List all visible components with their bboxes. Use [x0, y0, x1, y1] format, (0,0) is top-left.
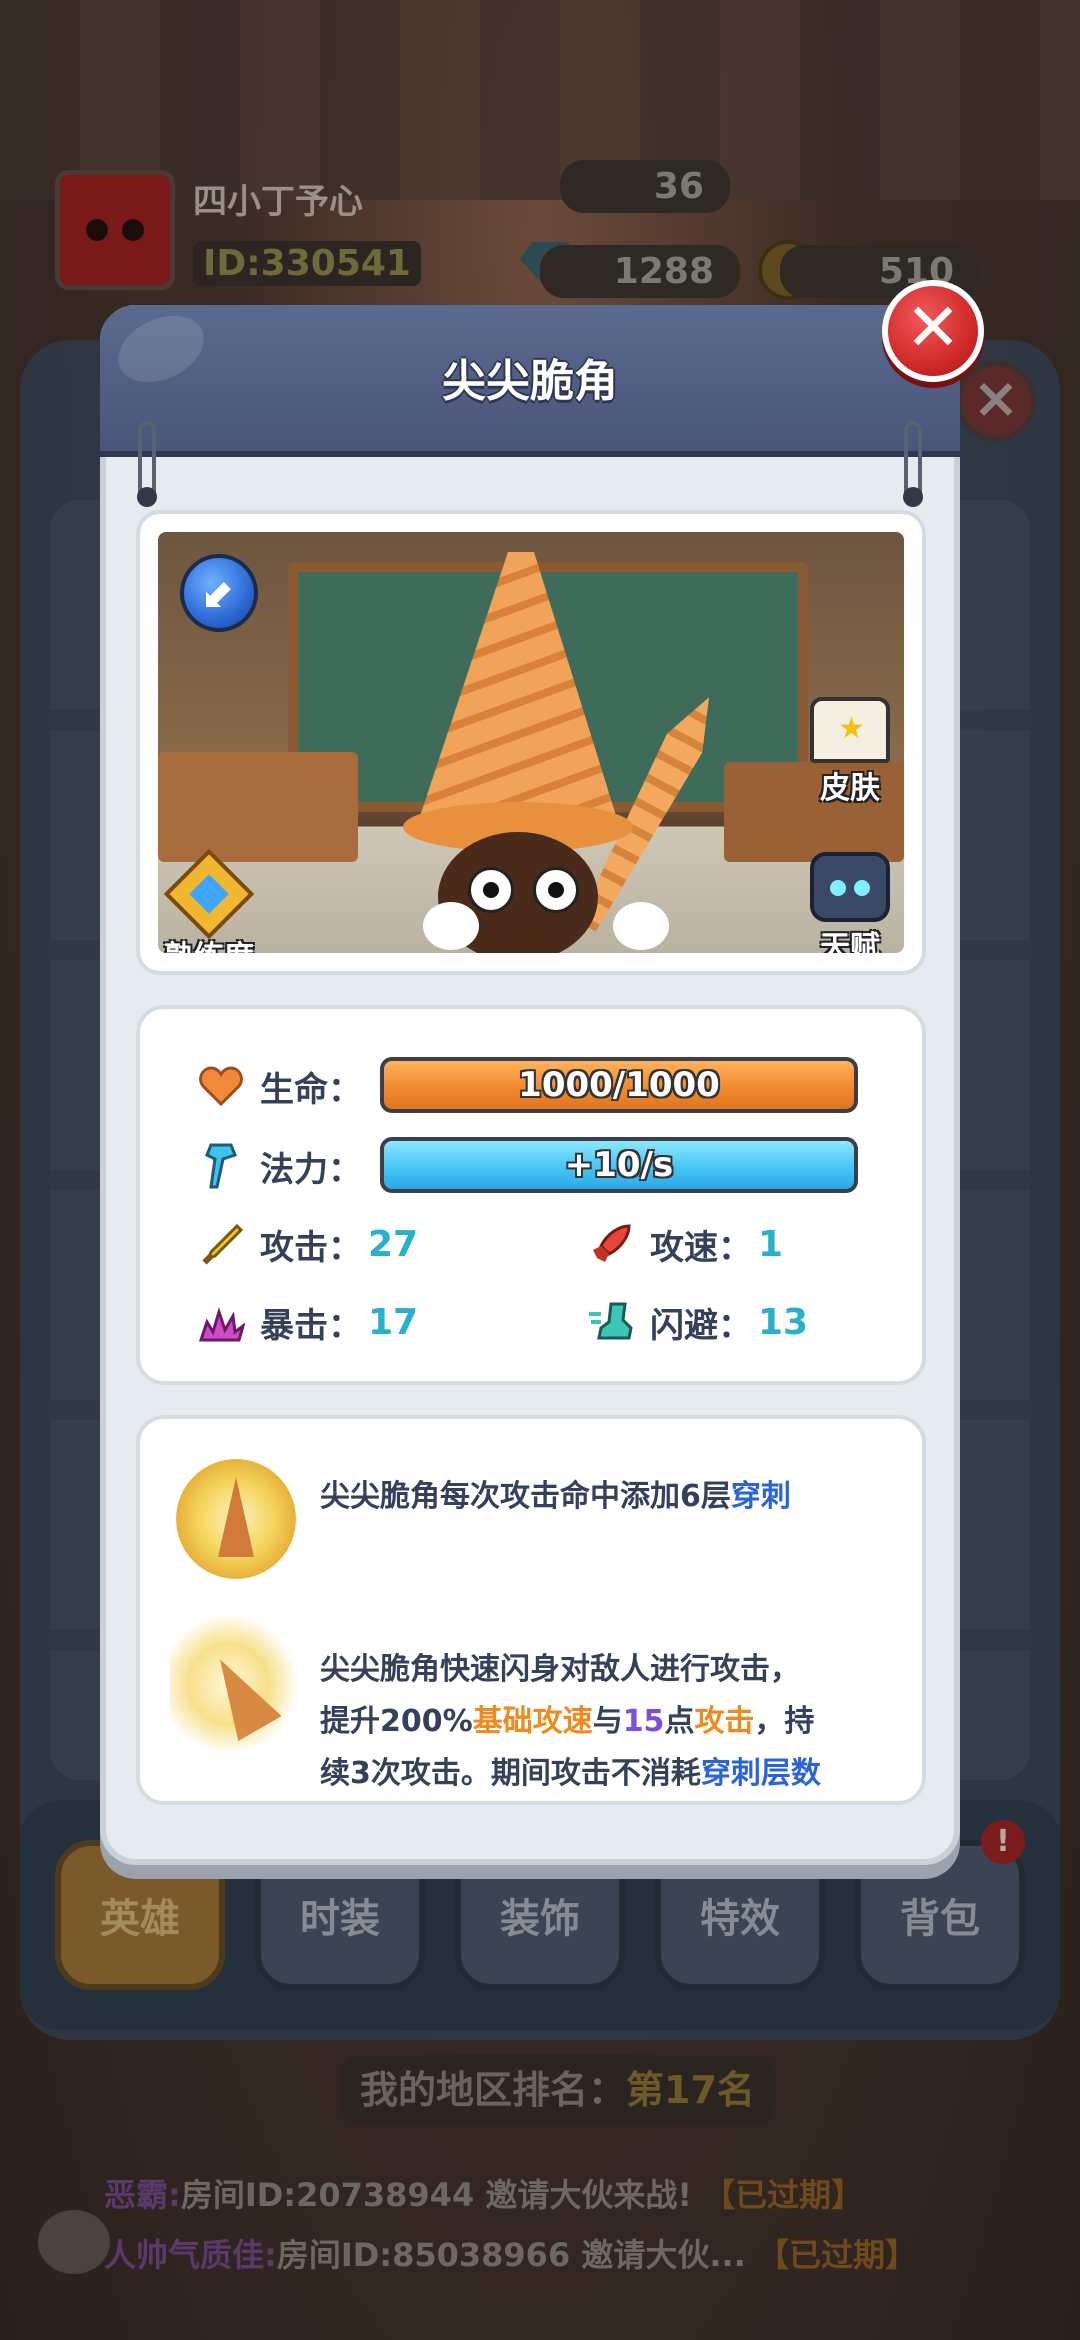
mastery-button[interactable]: 熟练度: [163, 848, 255, 953]
burst-icon: [196, 1297, 246, 1347]
hero-portrait-frame: ⬋ 皮肤 天赋 熟练度: [136, 510, 926, 975]
skin-label: 皮肤: [820, 771, 880, 806]
passive-skill-description: 尖尖脆角每次攻击命中添加6层穿刺: [320, 1479, 791, 1514]
desk-left: [158, 752, 358, 862]
binder-ring-right: [903, 421, 923, 507]
heart-icon: [196, 1061, 246, 1111]
boot-icon: [586, 1297, 636, 1347]
skill-type-icon[interactable]: ⬋: [180, 554, 258, 632]
hero-hand-left: [423, 902, 479, 950]
hp-bar: 1000/1000: [380, 1057, 858, 1113]
region-rank: 我的地区排名：第17名: [340, 2055, 775, 2125]
passive-skill-icon[interactable]: [176, 1459, 296, 1579]
diamond-emblem-icon: [163, 848, 255, 940]
modal-title: 尖尖脆角: [442, 356, 618, 407]
dodge-label: 闪避：: [650, 1305, 752, 1346]
hero-hand-right: [613, 902, 669, 950]
hp-label: 生命：: [260, 1069, 362, 1110]
crit-label: 暴击：: [260, 1305, 362, 1346]
player-profile: 四小丁予心 ID:330541: [55, 160, 475, 300]
attack-label: 攻击：: [260, 1227, 362, 1268]
skills-panel: 尖尖脆角每次攻击命中添加6层穿刺 尖尖脆角快速闪身对敌人进行攻击， 提升200%…: [136, 1415, 926, 1805]
rank-label: 我的地区排名：: [360, 2068, 627, 2112]
notification-badge: !: [981, 1820, 1025, 1864]
stat-dodge: 闪避： 13: [586, 1297, 808, 1347]
stat-mp: 法力：: [196, 1141, 362, 1191]
active-skill-description: 尖尖脆角快速闪身对敌人进行攻击， 提升200%基础攻速与15点攻击，持 续3次攻…: [320, 1652, 821, 1791]
crit-value: 17: [368, 1301, 419, 1343]
level-counter: 36: [560, 160, 730, 213]
hero-eye-right: [533, 867, 579, 913]
active-skill-icon[interactable]: [170, 1614, 300, 1754]
chat-message: 人帅气质佳:房间ID:85038966 邀请大伙... 【已过期】: [104, 2236, 917, 2274]
stat-hp: 生命：: [196, 1061, 362, 1111]
close-button[interactable]: ✕: [882, 280, 984, 382]
mp-bar: +10/s: [380, 1137, 858, 1193]
gem-counter: 1288: [540, 245, 740, 298]
stat-attack-speed: 攻速： 1: [586, 1219, 783, 1269]
close-icon: ✕: [905, 289, 961, 366]
dodge-value: 13: [758, 1301, 809, 1343]
wand-icon: [196, 1141, 246, 1191]
skin-button[interactable]: 皮肤: [810, 697, 890, 807]
robot-icon: [810, 852, 890, 922]
stat-crit: 暴击： 17: [196, 1297, 418, 1347]
stat-attack: 攻击： 27: [196, 1219, 418, 1269]
rank-value: 第17名: [626, 2068, 755, 2112]
rocket-icon: [586, 1219, 636, 1269]
mp-label: 法力：: [260, 1149, 362, 1190]
modal-header: 尖尖脆角: [100, 305, 960, 457]
hero-eye-left: [468, 867, 514, 913]
sword-icon: [196, 1219, 246, 1269]
chat-message: 恶霸:房间ID:20738944 邀请大伙来战! 【已过期】: [104, 2176, 864, 2214]
shirt-icon: [810, 697, 890, 763]
binder-ring-left: [137, 421, 157, 507]
attack-speed-value: 1: [758, 1223, 784, 1265]
player-nickname: 四小丁予心: [193, 182, 363, 222]
stats-panel: 生命： 1000/1000 法力： +10/s 攻击： 27 攻速： 1 暴击：…: [136, 1005, 926, 1385]
background-close-icon: ×: [955, 360, 1037, 442]
player-id: ID:330541: [193, 241, 421, 286]
hero-portrait: ⬋ 皮肤 天赋 熟练度: [158, 532, 904, 953]
talent-label: 天赋: [820, 930, 880, 953]
attack-speed-label: 攻速：: [650, 1227, 752, 1268]
attack-value: 27: [368, 1223, 419, 1265]
chat-ticker[interactable]: 恶霸:房间ID:20738944 邀请大伙来战! 【已过期】 人帅气质佳:房间I…: [20, 2170, 1060, 2320]
chat-bubble-icon[interactable]: [38, 2210, 110, 2274]
talent-button[interactable]: 天赋: [810, 852, 890, 953]
avatar: [55, 170, 175, 290]
